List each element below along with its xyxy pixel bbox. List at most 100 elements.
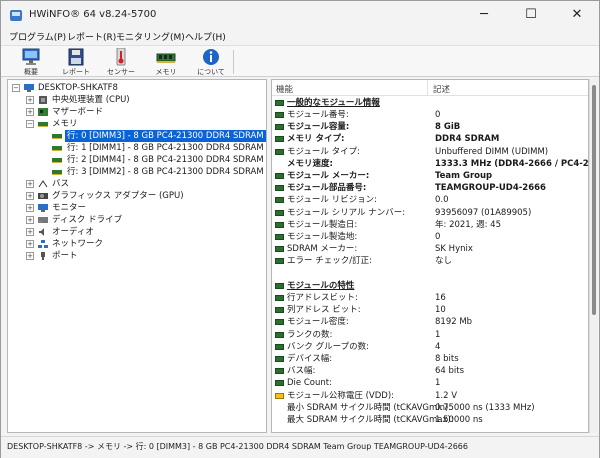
property-row[interactable]: 最大 SDRAM サイクル時間 (tCKAVGmax): 1.50000 ns [272, 414, 588, 426]
property-row[interactable]: モジュール リビジョン: 0.0 [272, 194, 588, 206]
expand-icon[interactable]: + [26, 216, 34, 224]
property-row[interactable]: モジュール密度: 8192 Mb [272, 316, 588, 328]
property-row[interactable]: 列アドレス ビット: 10 [272, 304, 588, 316]
property-key: モジュール製造地: [287, 232, 358, 242]
property-row[interactable]: モジュール部品番号: TEAMGROUP-UD4-2666 [272, 182, 588, 194]
minimize-button[interactable]: ─ [461, 1, 507, 29]
details-pane: 機能 記述 一般的なモジュール情報 モジュール番号: 0 モジュール容量: 8 GiB… [271, 79, 589, 433]
expand-icon[interactable]: + [26, 228, 34, 236]
section-characteristics: モジュールの特性 [272, 280, 588, 292]
property-row[interactable]: モジュール製造地: 0 [272, 231, 588, 243]
close-button[interactable]: ✕ [554, 1, 600, 29]
tree-item-monitor[interactable]: + モニター [8, 202, 266, 214]
property-row[interactable]: モジュール公称電圧 (VDD): 1.2 V [272, 390, 588, 402]
maximize-button[interactable]: ☐ [508, 1, 554, 29]
col-desc-header[interactable]: 記述 [433, 83, 450, 95]
property-row[interactable]: モジュール容量: 8 GiB [272, 121, 588, 133]
menu-report[interactable]: レポート(R) [67, 30, 116, 43]
property-key: バンク グループの数: [287, 341, 369, 352]
property-value: 1.2 V [435, 390, 458, 401]
report-button[interactable]: レポート [56, 47, 96, 77]
property-key: 最小 SDRAM サイクル時間 (tCKAVGmin): [287, 402, 452, 413]
property-row[interactable]: バンク グループの数: 4 [272, 341, 588, 353]
property-key: 列アドレス ビット: [287, 305, 361, 316]
property-key: モジュール密度: [287, 317, 349, 328]
device-tree[interactable]: − DESKTOP-SHKATF8 + 中央処理装置 (CPU) + マザーボー… [7, 79, 267, 433]
section-general: 一般的なモジュール情報 [272, 97, 588, 109]
summary-button[interactable]: 概要 [11, 47, 51, 77]
property-row[interactable]: モジュール シリアル ナンバー: 93956097 (01A89905) [272, 207, 588, 219]
memory-module-icon [52, 134, 62, 139]
property-value: 8192 Mb [435, 317, 473, 328]
property-row[interactable]: SDRAM メーカー: SK Hynix [272, 243, 588, 255]
tree-item-network[interactable]: + ネットワーク [8, 238, 266, 250]
tree-item-drive[interactable]: + ディスク ドライブ [8, 214, 266, 226]
property-row[interactable]: Die Count: 1 [272, 377, 588, 389]
memory-module-icon [275, 148, 284, 155]
collapse-icon[interactable]: − [12, 84, 20, 92]
property-value: 0.75000 ns (1333 MHz) [435, 402, 535, 413]
expand-icon[interactable]: + [26, 240, 34, 248]
memory-button[interactable]: メモリ [146, 47, 186, 77]
tree-item-motherboard[interactable]: + マザーボード [8, 106, 266, 118]
about-button[interactable]: について [191, 47, 231, 77]
memory-module-icon [275, 234, 284, 240]
memory-module-icon [38, 122, 48, 127]
property-row[interactable]: モジュール番号: 0 [272, 109, 588, 121]
property-row[interactable]: ランクの数: 1 [272, 329, 588, 341]
details-scrollbar[interactable] [589, 79, 598, 433]
property-key: モジュール容量: [287, 122, 350, 133]
property-row[interactable]: メモリ速度: 1333.3 MHz (DDR4-2666 / PC4-21300) [272, 158, 588, 170]
expand-icon[interactable]: + [26, 252, 34, 260]
memory-module-icon [275, 246, 284, 253]
tree-item-dimm-2[interactable]: 行: 2 [DIMM4] - 8 GB PC4-21300 DDR4 SDRAM… [8, 154, 266, 166]
memory-module-icon [275, 124, 284, 131]
tree-item-dimm-1[interactable]: 行: 1 [DIMM1] - 8 GB PC4-21300 DDR4 SDRAM… [8, 142, 266, 154]
property-row[interactable]: 行アドレスビット: 16 [272, 292, 588, 304]
property-row[interactable]: 最小 SDRAM サイクル時間 (tCKAVGmin): 0.75000 ns (… [272, 402, 588, 414]
tree-item-gpu[interactable]: + グラフィックス アダプター (GPU) [8, 190, 266, 202]
expand-icon[interactable]: + [26, 192, 34, 200]
col-feature-header[interactable]: 機能 [276, 83, 293, 95]
scrollbar-thumb[interactable] [592, 85, 596, 315]
toolbar: 概要 レポート センサー メモリ について [1, 45, 599, 77]
property-row[interactable]: モジュール製造日: 年: 2021, 週: 45 [272, 219, 588, 231]
column-divider[interactable] [427, 80, 428, 96]
tree-item-root[interactable]: − DESKTOP-SHKATF8 [8, 82, 266, 94]
property-row[interactable]: メモリ タイプ: DDR4 SDRAM [272, 133, 588, 145]
tree-item-port[interactable]: + ポート [8, 250, 266, 262]
sensor-button[interactable]: センサー [101, 47, 141, 77]
menu-program[interactable]: プログラム(P) [9, 30, 66, 43]
status-bar: DESKTOP-SHKATF8 -> メモリ -> 行: 0 [DIMM3] -… [1, 436, 599, 458]
menu-help[interactable]: ヘルプ(H) [185, 30, 226, 43]
tree-audio-label: オーディオ [52, 227, 94, 237]
property-value: 1333.3 MHz (DDR4-2666 / PC4-21300) [435, 158, 589, 169]
section-characteristics-label: モジュールの特性 [287, 281, 355, 291]
tree-item-cpu[interactable]: + 中央処理装置 (CPU) [8, 94, 266, 106]
property-row[interactable]: バス幅: 64 bits [272, 365, 588, 377]
bus-icon [38, 180, 48, 188]
property-row[interactable]: モジュール タイプ: Unbuffered DIMM (UDIMM) [272, 146, 588, 158]
expand-icon[interactable]: + [26, 204, 34, 212]
expand-icon[interactable]: + [26, 180, 34, 188]
property-row[interactable]: デバイス幅: 8 bits [272, 353, 588, 365]
memory-module-icon [275, 100, 284, 106]
property-row[interactable]: モジュール メーカー: Team Group [272, 170, 588, 182]
tree-item-audio[interactable]: + オーディオ [8, 226, 266, 238]
memory-module-icon [275, 112, 284, 118]
monitor-icon [38, 204, 48, 212]
memory-module-icon [275, 319, 284, 326]
tree-item-dimm-0[interactable]: 行: 0 [DIMM3] - 8 GB PC4-21300 DDR4 SDRAM… [8, 130, 266, 142]
collapse-icon[interactable]: − [26, 120, 34, 128]
property-row[interactable]: エラー チェック/訂正: なし [272, 255, 588, 267]
tree-item-memory[interactable]: − メモリ [8, 118, 266, 130]
memory-module-icon [275, 307, 284, 314]
property-value: DDR4 SDRAM [435, 134, 500, 145]
tree-item-dimm-3[interactable]: 行: 3 [DIMM2] - 8 GB PC4-21300 DDR4 SDRAM… [8, 166, 266, 178]
expand-icon[interactable]: + [26, 108, 34, 116]
menu-monitoring[interactable]: モニタリング(M) [116, 30, 185, 43]
tree-item-bus[interactable]: + バス [8, 178, 266, 190]
expand-icon[interactable]: + [26, 96, 34, 104]
details-header: 機能 記述 [272, 80, 588, 96]
property-value: 4 [435, 341, 441, 352]
